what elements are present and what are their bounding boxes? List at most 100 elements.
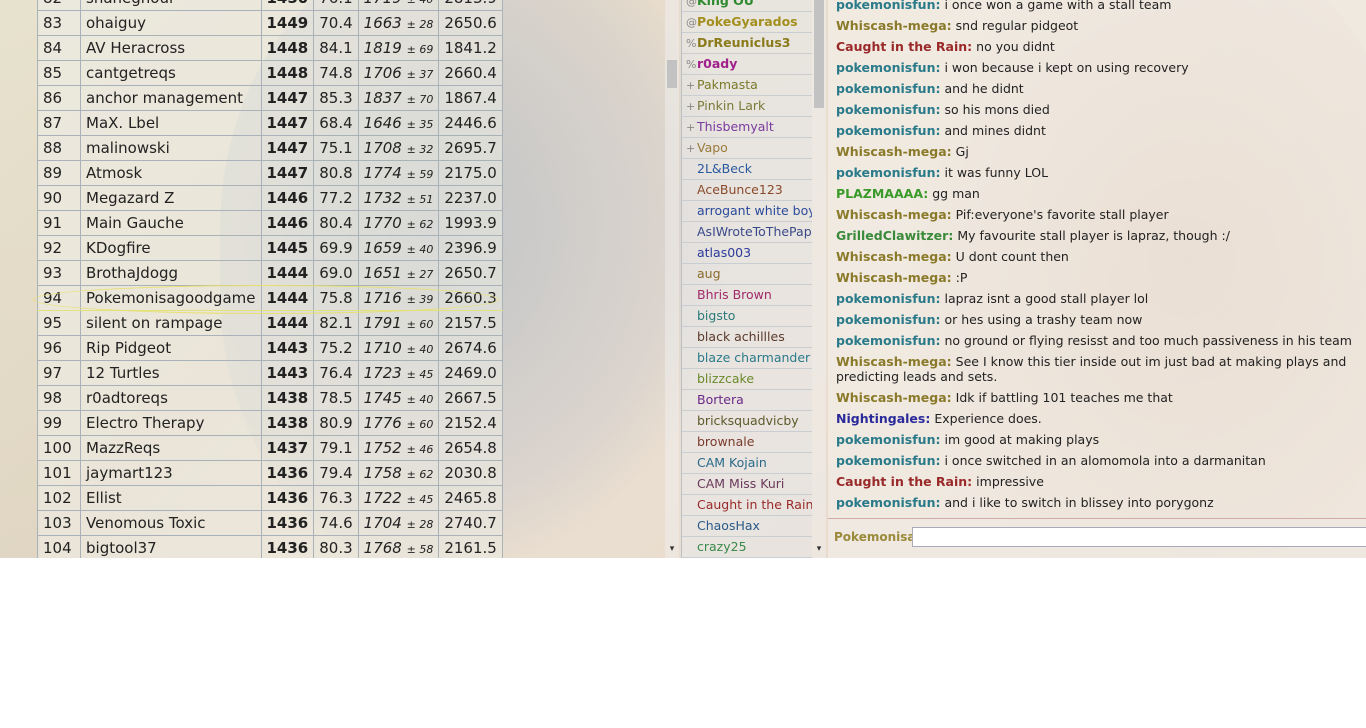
chat-username[interactable]: Nightingales: xyxy=(836,411,930,426)
chat-username[interactable]: Whiscash-mega: xyxy=(836,207,952,222)
userlist-item[interactable]: black achillles xyxy=(682,327,812,348)
user-name: r0ady xyxy=(697,56,738,71)
scrollbar-thumb[interactable] xyxy=(667,60,677,88)
player-name-cell[interactable]: Atmosk xyxy=(80,160,262,186)
chat-username[interactable]: pokemonisfun: xyxy=(836,432,940,447)
chat-username[interactable]: Whiscash-mega: xyxy=(836,249,952,264)
player-name-cell[interactable]: ohaiguy xyxy=(80,10,262,36)
userlist-item[interactable]: + Pinkin Lark xyxy=(682,96,812,117)
player-name-cell[interactable]: Main Gauche xyxy=(80,210,262,236)
userlist-item[interactable]: 2L&Beck xyxy=(682,159,812,180)
userlist-item[interactable]: brownale xyxy=(682,432,812,453)
chat-username[interactable]: PLAZMAAAA: xyxy=(836,186,928,201)
chat-username[interactable]: Whiscash-mega: xyxy=(836,354,952,369)
userlist-item[interactable]: blaze charmander xyxy=(682,348,812,369)
chat-username[interactable]: Whiscash-mega: xyxy=(836,144,952,159)
userlist-scrollbar[interactable]: ▾ xyxy=(812,0,826,558)
player-name-cell[interactable]: bigtool37 xyxy=(80,535,262,558)
player-name-cell[interactable]: KDogfire xyxy=(80,235,262,261)
userlist-item[interactable]: aug xyxy=(682,264,812,285)
player-name-cell[interactable]: shanegnoul xyxy=(80,0,262,11)
player-name-cell[interactable]: malinowski xyxy=(80,135,262,161)
scroll-down-arrow-icon[interactable]: ▾ xyxy=(814,544,824,554)
userlist-item[interactable]: bigsto xyxy=(682,306,812,327)
user-name: 2L&Beck xyxy=(697,161,753,176)
player-name-cell[interactable]: BrothaJdogg xyxy=(80,260,262,286)
userlist-item[interactable]: crazy25 xyxy=(682,537,812,558)
glicko-deviation: ± 35 xyxy=(406,118,434,131)
userlist-item[interactable]: AsIWroteToThePap xyxy=(682,222,812,243)
chat-username[interactable]: GrilledClawitzer: xyxy=(836,228,953,243)
player-name-cell[interactable]: Electro Therapy xyxy=(80,410,262,436)
player-name-cell[interactable]: Rip Pidgeot xyxy=(80,335,262,361)
player-name-cell[interactable]: MaX. Lbel xyxy=(80,110,262,136)
chat-username[interactable]: Whiscash-mega: xyxy=(836,270,952,285)
chat-username[interactable]: pokemonisfun: xyxy=(836,495,940,510)
coil-cell: 1841.2 xyxy=(438,35,503,61)
chat-message: pokemonisfun: it was funny LOL xyxy=(836,162,1362,183)
elo-cell: 1437 xyxy=(260,435,315,461)
chat-username[interactable]: pokemonisfun: xyxy=(836,312,940,327)
player-name-cell[interactable]: 12 Turtles xyxy=(80,360,262,386)
chat-username[interactable]: Whiscash-mega: xyxy=(836,18,952,33)
userlist-item[interactable]: Bhris Brown xyxy=(682,285,812,306)
user-name: crazy25 xyxy=(697,539,747,554)
chat-username[interactable]: pokemonisfun: xyxy=(836,291,940,306)
chat-input[interactable] xyxy=(912,527,1366,547)
scroll-down-arrow-icon[interactable]: ▾ xyxy=(667,544,677,554)
glicko-rating: 1651 xyxy=(363,264,402,282)
userlist-item[interactable]: AceBunce123 xyxy=(682,180,812,201)
userlist-item[interactable]: arrogant white boy xyxy=(682,201,812,222)
userlist-item[interactable]: atlas003 xyxy=(682,243,812,264)
glicko-deviation: ± 51 xyxy=(406,193,434,206)
chat-username[interactable]: pokemonisfun: xyxy=(836,165,940,180)
player-name-cell[interactable]: cantgetreqs xyxy=(80,60,262,86)
userlist-item[interactable]: @King OU xyxy=(682,0,812,12)
ladder-row: 85 cantgetreqs 1448 74.8 1706 ± 37 2660.4 xyxy=(37,60,503,86)
glicko-deviation: ± 28 xyxy=(406,18,434,31)
player-name-cell[interactable]: silent on rampage xyxy=(80,310,262,336)
userlist-item[interactable]: blizzcake xyxy=(682,369,812,390)
ladder-row: 93 BrothaJdogg 1444 69.0 1651 ± 27 2650.7 xyxy=(37,260,503,286)
userlist-item[interactable]: + Vapo xyxy=(682,138,812,159)
player-name-cell[interactable]: MazzReqs xyxy=(80,435,262,461)
elo-cell: 1443 xyxy=(260,360,315,386)
ladder-scrollbar[interactable]: ▾ xyxy=(665,0,679,558)
player-name-cell[interactable]: Pokemonisagoodgame xyxy=(80,285,262,311)
userlist-item[interactable]: %DrReuniclus3 xyxy=(682,33,812,54)
chat-username[interactable]: pokemonisfun: xyxy=(836,102,940,117)
userlist-item[interactable]: Caught in the Rain xyxy=(682,495,812,516)
chat-username[interactable]: Whiscash-mega: xyxy=(836,390,952,405)
chat-username[interactable]: pokemonisfun: xyxy=(836,453,940,468)
chat-username[interactable]: Caught in the Rain: xyxy=(836,474,972,489)
player-name-cell[interactable]: Venomous Toxic xyxy=(80,510,262,536)
chat-username[interactable]: Caught in the Rain: xyxy=(836,39,972,54)
rank-cell: 84 xyxy=(37,35,81,61)
player-name-cell[interactable]: anchor management xyxy=(80,85,262,111)
chat-username[interactable]: pokemonisfun: xyxy=(836,0,940,12)
userlist-item[interactable]: ChaosHax xyxy=(682,516,812,537)
chat-username[interactable]: pokemonisfun: xyxy=(836,123,940,138)
player-name-cell[interactable]: jaymart123 xyxy=(80,460,262,486)
player-name-cell[interactable]: Megazard Z xyxy=(80,185,262,211)
chat-username[interactable]: pokemonisfun: xyxy=(836,81,940,96)
userlist-item[interactable]: + Thisbemyalt xyxy=(682,117,812,138)
userlist-item[interactable]: @PokeGyarados xyxy=(682,12,812,33)
glicko-rating: 1646 xyxy=(363,114,402,132)
userlist-item[interactable]: bricksquadvicby xyxy=(682,411,812,432)
chat-username[interactable]: pokemonisfun: xyxy=(836,60,940,75)
userlist-item[interactable]: Bortera xyxy=(682,390,812,411)
player-name-cell[interactable]: Ellist xyxy=(80,485,262,511)
userlist-item[interactable]: CAM Miss Kuri xyxy=(682,474,812,495)
gxe-cell: 80.9 xyxy=(313,410,359,436)
chat-username[interactable]: pokemonisfun: xyxy=(836,333,940,348)
userlist-item[interactable]: + Pakmasta xyxy=(682,75,812,96)
userlist-item[interactable]: %r0ady xyxy=(682,54,812,75)
player-name-cell[interactable]: r0adtoreqs xyxy=(80,385,262,411)
glicko-rating: 1770 xyxy=(363,214,402,232)
scrollbar-thumb[interactable] xyxy=(814,0,824,108)
elo-cell: 1444 xyxy=(260,285,315,311)
player-name-cell[interactable]: AV Heracross xyxy=(80,35,262,61)
user-name: black achillles xyxy=(697,329,785,344)
userlist-item[interactable]: CAM Kojain xyxy=(682,453,812,474)
